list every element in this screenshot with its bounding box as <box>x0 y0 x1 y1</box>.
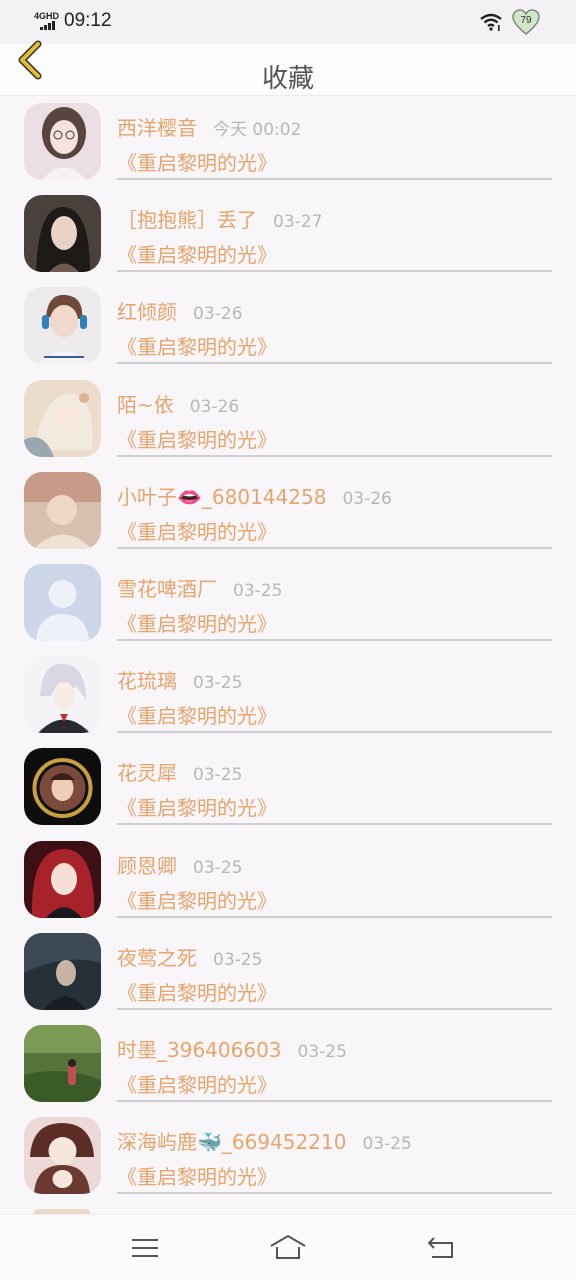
avatar[interactable] <box>24 379 101 457</box>
book-title[interactable]: 《重启黎明的光》 <box>117 977 277 1006</box>
menu-icon <box>132 1239 158 1257</box>
user-name: 顾恩卿 <box>117 853 177 878</box>
divider <box>117 1099 552 1102</box>
list-item[interactable]: ［抱抱熊］丢了 03-27 《重启黎明的光》 <box>0 188 576 280</box>
menu-button[interactable] <box>128 1233 162 1263</box>
divider <box>117 546 552 549</box>
divider <box>117 454 552 457</box>
header: 收藏 <box>0 40 576 96</box>
user-name: ［抱抱熊］丢了 <box>117 208 257 233</box>
list-item[interactable]: 小叶子👄_680144258 03-26 《重启黎明的光》 <box>0 465 576 557</box>
network-type: 4GHD <box>34 11 60 21</box>
home-icon <box>270 1235 306 1259</box>
list-item[interactable]: 深海屿鹿🐳_669452210 03-25 《重启黎明的光》 <box>0 1110 576 1202</box>
status-right: 79 <box>480 9 540 35</box>
cellular-signal-icon: 4GHD <box>34 10 60 32</box>
list-item[interactable]: 西洋樱音 今天 00:02 《重启黎明的光》 <box>0 96 576 188</box>
timestamp: 03-26 <box>342 488 392 509</box>
return-icon <box>428 1237 453 1258</box>
divider <box>117 915 552 918</box>
user-name: 红倾颜 <box>117 300 177 325</box>
page-title: 收藏 <box>261 64 314 94</box>
list-item[interactable]: 顾恩卿 03-25 《重启黎明的光》 <box>0 834 576 926</box>
list-item[interactable]: 时墨_396406603 03-25 《重启黎明的光》 <box>0 1018 576 1110</box>
divider <box>117 823 552 826</box>
user-name: 陌~依 <box>117 392 174 417</box>
book-title[interactable]: 《重启黎明的光》 <box>117 885 277 914</box>
user-name: 时墨_396406603 <box>117 1037 282 1062</box>
user-name: 小叶子👄_680144258 <box>117 484 327 509</box>
timestamp: 03-25 <box>213 949 263 970</box>
timestamp: 今天 00:02 <box>213 120 302 140</box>
avatar[interactable] <box>24 656 101 734</box>
user-name: 深海屿鹿🐳_669452210 <box>117 1130 347 1155</box>
divider <box>117 270 552 273</box>
book-title[interactable]: 《重启黎明的光》 <box>117 700 277 729</box>
avatar[interactable] <box>24 471 101 549</box>
book-title[interactable]: 《重启黎明的光》 <box>117 516 277 545</box>
timestamp: 03-25 <box>297 1041 347 1062</box>
avatar[interactable] <box>24 748 101 826</box>
avatar[interactable] <box>24 1117 101 1195</box>
status-time: 09:12 <box>64 10 112 31</box>
timestamp: 03-26 <box>189 396 240 417</box>
wifi-icon <box>480 13 502 31</box>
divider <box>117 1192 552 1195</box>
list-item[interactable]: 雪花啤酒厂 03-25 《重启黎明的光》 <box>0 557 576 649</box>
book-title[interactable]: 《重启黎明的光》 <box>117 147 277 176</box>
timestamp: 03-25 <box>193 765 243 786</box>
system-nav-bar <box>0 1214 576 1280</box>
avatar[interactable] <box>24 932 101 1010</box>
book-title[interactable]: 《重启黎明的光》 <box>117 424 277 453</box>
timestamp: 03-25 <box>193 857 243 878</box>
book-title[interactable]: 《重启黎明的光》 <box>117 608 277 637</box>
list-item[interactable]: 花灵犀 03-25 《重启黎明的光》 <box>0 741 576 833</box>
divider <box>117 638 552 641</box>
user-name: 花琉璃 <box>117 669 177 694</box>
timestamp: 03-25 <box>233 580 283 601</box>
status-bar: 4GHD 09:12 79 <box>0 0 576 44</box>
book-title[interactable]: 《重启黎明的光》 <box>117 239 277 268</box>
avatar[interactable] <box>24 840 101 918</box>
list-item[interactable]: 陌~依 03-26 《重启黎明的光》 <box>0 373 576 465</box>
battery-level: 79 <box>520 15 532 26</box>
book-title[interactable]: 《重启黎明的光》 <box>117 1161 277 1190</box>
avatar[interactable] <box>24 563 101 641</box>
home-button[interactable] <box>269 1233 307 1263</box>
book-title[interactable]: 《重启黎明的光》 <box>117 1069 277 1098</box>
book-title[interactable]: 《重启黎明的光》 <box>117 331 277 360</box>
divider <box>117 731 552 734</box>
user-name: 西洋樱音 <box>117 116 197 140</box>
timestamp: 03-25 <box>362 1134 412 1155</box>
avatar[interactable] <box>24 103 101 180</box>
favorites-list: 西洋樱音 今天 00:02 《重启黎明的光》 ［抱抱熊］丢了 03-27 《重启… <box>0 96 576 1202</box>
avatar[interactable] <box>24 195 101 273</box>
list-item[interactable]: 夜莺之死 03-25 《重启黎明的光》 <box>0 926 576 1018</box>
avatar[interactable] <box>24 287 101 365</box>
status-left: 4GHD 09:12 <box>34 10 112 32</box>
battery-icon: 79 <box>512 9 540 35</box>
timestamp: 03-26 <box>193 304 243 325</box>
avatar[interactable] <box>24 1024 101 1102</box>
list-item[interactable]: 花琉璃 03-25 《重启黎明的光》 <box>0 649 576 741</box>
timestamp: 03-25 <box>193 673 243 694</box>
return-button[interactable] <box>424 1233 458 1263</box>
timestamp: 03-27 <box>273 212 323 233</box>
user-name: 花灵犀 <box>117 761 177 786</box>
divider <box>117 178 552 180</box>
book-title[interactable]: 《重启黎明的光》 <box>117 792 277 821</box>
divider <box>117 1007 552 1010</box>
list-item[interactable]: 红倾颜 03-26 《重启黎明的光》 <box>0 280 576 372</box>
divider <box>117 362 552 365</box>
user-name: 夜莺之死 <box>117 945 197 970</box>
user-name: 雪花啤酒厂 <box>117 576 217 601</box>
